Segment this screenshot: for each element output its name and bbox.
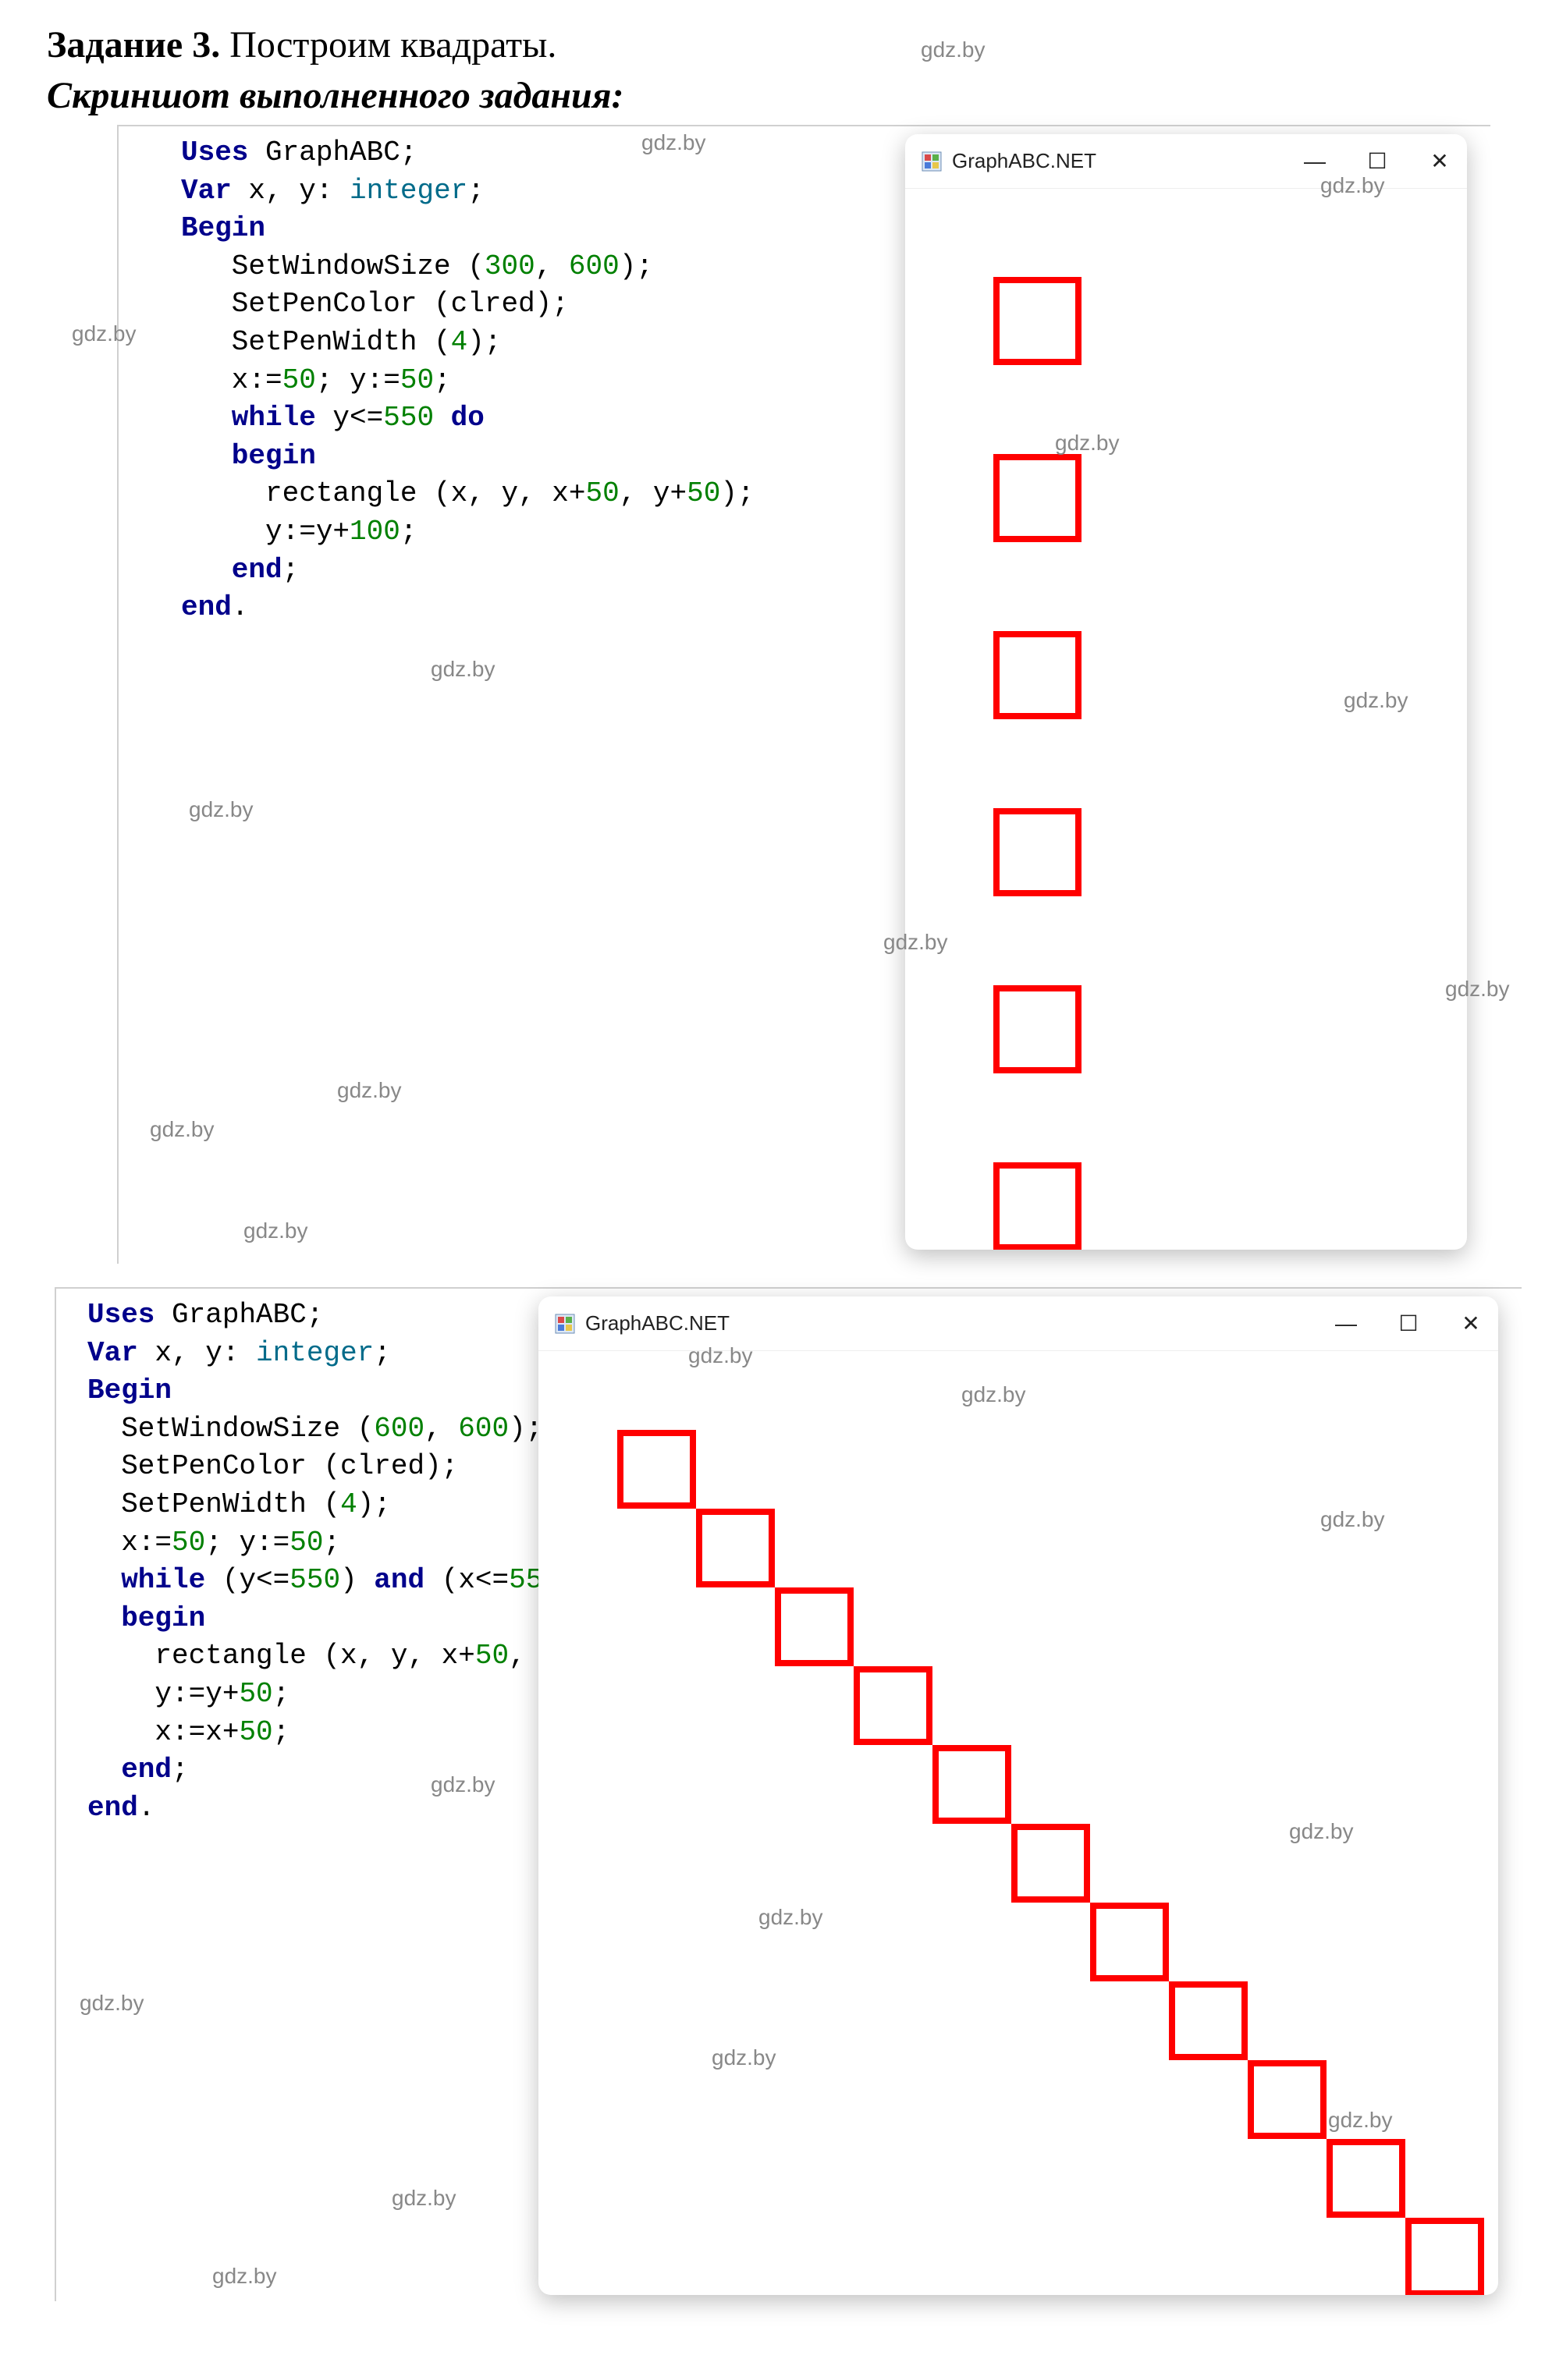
watermark: gdz.by [337,1078,402,1103]
watermark: gdz.by [150,1117,215,1142]
minimize-button[interactable]: — [1334,1311,1358,1336]
kw-begin-inner: begin [181,440,316,472]
app-icon [921,151,943,172]
kw-var: Var [87,1337,138,1369]
kw-uses: Uses [87,1299,154,1331]
red-square [617,1430,696,1509]
kw-var: Var [181,175,232,207]
titlebar: GraphABC.NET — ☐ ✕ [905,134,1467,189]
kw-end-inner: end [87,1754,172,1786]
canvas-area-2 [538,1351,1498,2295]
watermark: gdz.by [189,797,254,822]
maximize-button[interactable]: ☐ [1397,1311,1420,1336]
kw-uses: Uses [181,137,248,168]
watermark: gdz.by [392,2186,456,2211]
kw-begin-inner: begin [87,1602,205,1634]
graphabc-window-2: GraphABC.NET — ☐ ✕ [538,1296,1498,2295]
kw-while: while [181,402,316,434]
task-heading: Задание 3. Построим квадраты. gdz.by [47,23,1498,66]
titlebar-left: GraphABC.NET [554,1311,730,1335]
kw-begin: Begin [87,1374,172,1406]
type-integer: integer [256,1337,374,1369]
red-square [1248,2060,1327,2139]
kw-while: while [87,1564,205,1596]
kw-end-inner: end [181,554,282,586]
red-square [932,1745,1011,1824]
canvas-area-1 [905,189,1467,1250]
red-square [993,985,1082,1073]
red-square [775,1587,854,1666]
app-icon [554,1313,576,1335]
window-controls: — ☐ ✕ [1303,148,1451,174]
close-button[interactable]: ✕ [1459,1311,1483,1336]
kw-and: and [374,1564,424,1596]
titlebar: GraphABC.NET — ☐ ✕ [538,1296,1498,1351]
red-square [1327,2139,1405,2218]
window-controls: — ☐ ✕ [1334,1311,1483,1336]
red-square [993,1162,1082,1250]
task-text: Построим квадраты. [220,24,556,66]
red-square [1090,1903,1169,1981]
red-square [854,1666,932,1745]
red-square [1011,1824,1090,1903]
window-title: GraphABC.NET [585,1311,730,1335]
titlebar-left: GraphABC.NET [921,149,1096,173]
screenshot-panel-2: Uses GraphABC; Var x, y: integer; Begin … [55,1287,1522,2301]
minimize-button[interactable]: — [1303,149,1327,174]
watermark: gdz.by [243,1218,308,1243]
screenshot-panel-1: Uses GraphABC; Var x, y: integer; Begin … [117,125,1490,1264]
red-square [993,277,1082,365]
red-square [1405,2218,1484,2295]
close-button[interactable]: ✕ [1428,148,1451,174]
kw-begin: Begin [181,212,265,244]
window-title: GraphABC.NET [952,149,1096,173]
maximize-button[interactable]: ☐ [1366,148,1389,174]
red-square [993,454,1082,542]
kw-end: end [181,591,232,623]
graphabc-window-1: GraphABC.NET — ☐ ✕ [905,134,1467,1250]
watermark: gdz.by [921,37,986,62]
red-square [993,631,1082,719]
red-square [1169,1981,1248,2060]
watermark: gdz.by [80,1991,144,2016]
subheading: Скриншот выполненного задания: [47,74,1498,117]
watermark: gdz.by [212,2264,277,2289]
task-label: Задание 3. [47,24,220,66]
kw-do: do [434,402,485,434]
red-square [993,808,1082,896]
watermark: gdz.by [431,657,495,682]
red-square [696,1509,775,1587]
kw-end: end [87,1792,138,1824]
type-integer: integer [350,175,467,207]
